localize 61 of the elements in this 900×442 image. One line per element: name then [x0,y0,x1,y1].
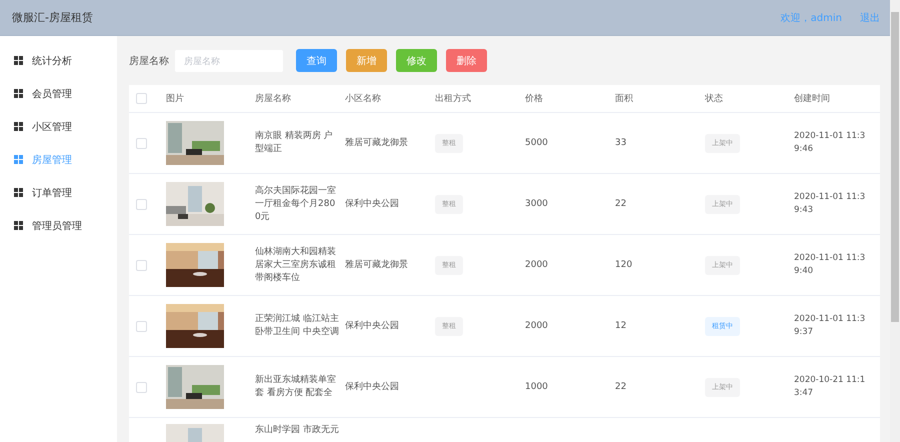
grid-icon [14,188,23,197]
column-header: 图片 [166,92,185,105]
grid-icon [14,89,23,98]
table-cell-text: 2000 [525,320,549,332]
checkbox[interactable] [136,198,147,210]
danger-button[interactable]: 删除 [446,49,487,72]
table-cell-text: 2000 [525,258,549,272]
table-cell-text: 1000 [525,380,549,394]
table-cell-text: 保利中央公园 [345,198,400,210]
checkbox[interactable] [136,320,147,332]
sidebar-item[interactable]: 房屋管理 [0,143,117,176]
welcome-link[interactable]: 欢迎，admin [780,10,842,24]
table-cell-text: 33 [615,136,628,150]
sidebar-item[interactable]: 订单管理 [0,176,117,209]
primary-button[interactable]: 查询 [296,49,337,72]
grid-icon [14,122,23,131]
field-label: 房屋名称 [129,54,169,68]
table-cell-text: 2020-10-21 11:13:47 [794,374,866,400]
column-header: 面积 [615,93,634,105]
table-cell-text: 保利中央公园 [345,380,400,394]
table-cell-text: 2020-11-01 11:39:40 [794,252,866,278]
sidebar-item[interactable]: 小区管理 [0,110,117,143]
checkbox[interactable] [136,382,147,392]
table-cell-text: 雅居可藏龙御景 [345,258,409,272]
logout-link[interactable]: 退出 [860,10,880,24]
search-field[interactable]: 房屋名称 [175,50,283,72]
table-cell-text: 12 [615,320,628,332]
warning-button[interactable]: 新增 [346,49,387,72]
table-cell-text: 保利中央公园 [345,320,400,332]
column-header: 创建时间 [794,92,831,105]
table-cell-text: 3000 [525,198,549,210]
table-cell-text: 22 [615,380,628,394]
column-header: 小区名称 [345,92,382,105]
column-header: 房屋名称 [255,92,292,105]
grid-icon [14,56,23,65]
table-cell-text: 2020-11-01 11:39:46 [794,130,866,156]
table-cell-text: 正荣润江城 临江站主卧带卫生间 中央空调 [255,313,340,339]
column-header: 价格 [525,92,544,105]
table-cell-text: 120 [615,258,634,272]
success-button[interactable]: 修改 [396,49,437,72]
table-cell-text: 新出亚东城精装单室套 看房方便 配套全 [255,374,337,400]
grid-icon [14,221,23,230]
sidebar-item[interactable]: 统计分析 [0,44,117,77]
app-title: 微服汇-房屋租赁 [12,10,94,25]
table-cell-text: 南京眼 精装两房 户型端正 [255,130,334,156]
table-cell-text: 雅居可藏龙御景 [345,136,409,150]
checkbox[interactable] [136,138,147,148]
column-header: 状态 [705,92,724,105]
table-cell-text: 仙林湖南大和园精装居家大三室房东诚租带阁楼车位 [255,246,337,284]
column-header: 出租方式 [435,92,472,105]
checkbox[interactable] [136,260,147,270]
table-cell-text: 2020-11-01 11:39:43 [794,191,866,217]
checkbox[interactable] [136,93,147,104]
sidebar-item[interactable]: 管理员管理 [0,209,117,242]
table-cell-text: 东山时学园 市政无元 [255,424,340,437]
grid-icon [14,155,23,164]
table-cell-text: 5000 [525,136,549,150]
table-cell-text: 22 [615,198,628,210]
table-cell-text: 2020-11-01 11:39:37 [794,313,866,339]
table-cell-text: 高尔夫国际花园一室一厅租金每个月2800元 [255,184,337,224]
sidebar-item[interactable]: 会员管理 [0,77,117,110]
